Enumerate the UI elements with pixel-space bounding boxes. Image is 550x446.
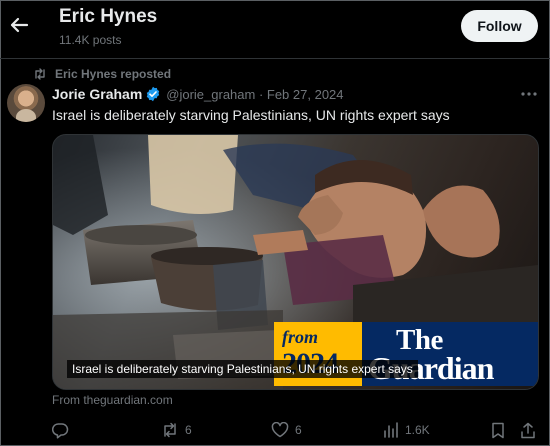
bookmark-icon <box>492 422 504 438</box>
views-button[interactable]: 1.6K <box>383 420 430 440</box>
views-count: 1.6K <box>405 423 430 437</box>
brand-from-label: from <box>282 327 318 347</box>
follow-button[interactable]: Follow <box>461 10 538 42</box>
like-button[interactable]: 6 <box>271 420 302 440</box>
like-count: 6 <box>295 423 302 437</box>
retweet-count: 6 <box>185 423 192 437</box>
repost-indicator: Eric Hynes reposted <box>33 66 171 82</box>
author-handle-date[interactable]: @jorie_graham · Feb 27, 2024 <box>166 87 343 102</box>
tweet-meta: Jorie Graham @jorie_graham · Feb 27, 202… <box>52 84 344 104</box>
more-options-button[interactable] <box>520 86 538 102</box>
tweet-text: Israel is deliberately starving Palestin… <box>52 107 450 123</box>
retweet-icon <box>164 422 176 438</box>
share-icon <box>521 422 535 438</box>
repost-icon <box>35 68 45 80</box>
share-button[interactable] <box>520 420 536 440</box>
card-caption: Israel is deliberately starving Palestin… <box>67 360 418 378</box>
views-chart-icon <box>384 422 398 438</box>
author-avatar[interactable] <box>7 84 45 122</box>
heart-icon <box>271 422 289 438</box>
back-button[interactable] <box>8 14 30 36</box>
link-source[interactable]: From theguardian.com <box>52 393 173 407</box>
verified-badge-icon <box>145 86 161 102</box>
reply-icon <box>52 422 69 439</box>
profile-header: Eric Hynes 11.4K posts Follow <box>0 0 550 58</box>
profile-name: Eric Hynes <box>59 6 158 27</box>
arrow-left-icon <box>10 17 29 33</box>
link-card[interactable]: from 2024 The Guardian Israel is deliber… <box>52 134 539 390</box>
repost-label[interactable]: Eric Hynes reposted <box>55 67 171 81</box>
more-dots-icon <box>521 92 537 96</box>
post-count: 11.4K posts <box>59 33 122 47</box>
author-name[interactable]: Jorie Graham <box>52 86 142 102</box>
bookmark-button[interactable] <box>491 420 505 440</box>
header-divider <box>0 58 550 59</box>
retweet-button[interactable]: 6 <box>161 420 192 440</box>
reply-button[interactable] <box>52 420 75 440</box>
